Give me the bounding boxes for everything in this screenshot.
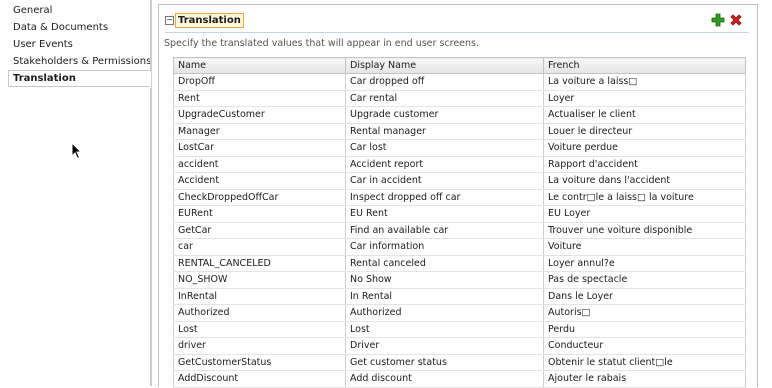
cell-french[interactable]: Trouver une voiture disponible [543, 222, 746, 239]
cell-display-name[interactable]: Find an available car [345, 222, 544, 239]
add-translation-button[interactable] [711, 13, 725, 27]
cell-display-name[interactable]: Car information [345, 238, 544, 256]
cell-name[interactable]: GetCustomerStatus [173, 354, 346, 371]
table-row[interactable]: RENTAL_CANCELED Rental canceled Loyer annu… [173, 255, 746, 272]
translation-table: Name Display Name French DropOff Car drop… [173, 57, 746, 388]
cell-name[interactable]: car [173, 238, 346, 256]
cell-name[interactable]: UpgradeCustomer [173, 106, 346, 124]
cell-display-name[interactable]: Inspect dropped off car [345, 189, 544, 206]
sidebar-item-stakeholders-permissions[interactable]: Stakeholders & Permissions [0, 53, 151, 70]
header-divider [165, 32, 749, 33]
table-row[interactable]: car Car information Voiture [173, 238, 746, 256]
cell-french[interactable]: Loyer [543, 90, 746, 107]
cell-display-name[interactable]: Upgrade customer [345, 106, 544, 124]
cell-french[interactable]: Autoris□ [543, 304, 746, 322]
table-row[interactable]: LostCar Car lost Voiture perdue [173, 139, 746, 157]
section-title: Translation [175, 13, 244, 28]
cell-french[interactable]: La voiture dans l'accident [543, 172, 746, 190]
cell-display-name[interactable]: Car in accident [345, 172, 544, 190]
sidebar-item-data-documents[interactable]: Data & Documents [0, 19, 151, 36]
table-row[interactable]: accident Accident report Rapport d'acciden… [173, 156, 746, 173]
cell-display-name[interactable]: In Rental [345, 288, 544, 305]
cell-name[interactable]: DropOff [173, 73, 346, 91]
cell-french[interactable]: EU Loyer [543, 205, 746, 223]
cell-display-name[interactable]: Driver [345, 337, 544, 355]
cell-name[interactable]: CheckDroppedOffCar [173, 189, 346, 206]
table-row[interactable]: GetCustomerStatus Get customer status Obte… [173, 354, 746, 371]
cell-display-name[interactable]: Lost [345, 321, 544, 338]
cell-french[interactable]: La voiture a laiss□ [543, 73, 746, 91]
cell-name[interactable]: Manager [173, 123, 346, 140]
cell-display-name[interactable]: Car lost [345, 139, 544, 157]
table-row[interactable]: AddDiscount Add discount Ajouter le rabais [173, 370, 746, 388]
cell-name[interactable]: Lost [173, 321, 346, 338]
cell-french[interactable]: Conducteur [543, 337, 746, 355]
cell-display-name[interactable]: Rental manager [345, 123, 544, 140]
cell-french[interactable]: Ajouter le rabais [543, 370, 746, 388]
table-row[interactable]: driver Driver Conducteur [173, 337, 746, 355]
column-header-french[interactable]: French [543, 57, 746, 74]
table-row[interactable]: NO_SHOW No Show Pas de spectacle [173, 271, 746, 289]
cell-french[interactable]: Voiture perdue [543, 139, 746, 157]
cell-display-name[interactable]: Car rental [345, 90, 544, 107]
table-row[interactable]: GetCar Find an available car Trouver une v… [173, 222, 746, 239]
cell-name[interactable]: GetCar [173, 222, 346, 239]
cell-french[interactable]: Dans le Loyer [543, 288, 746, 305]
delete-translation-button[interactable] [729, 13, 743, 27]
x-icon [730, 14, 742, 26]
cell-french[interactable]: Perdu [543, 321, 746, 338]
cell-french[interactable]: Rapport d'accident [543, 156, 746, 173]
cell-name[interactable]: InRental [173, 288, 346, 305]
cell-french[interactable]: Louer le directeur [543, 123, 746, 140]
column-header-name[interactable]: Name [173, 57, 346, 74]
cell-name[interactable]: EURent [173, 205, 346, 223]
cell-name[interactable]: Accident [173, 172, 346, 190]
table-row[interactable]: Manager Rental manager Louer le directeur [173, 123, 746, 140]
table-row[interactable]: Authorized Authorized Autoris□ [173, 304, 746, 322]
cell-name[interactable]: LostCar [173, 139, 346, 157]
cell-display-name[interactable]: Get customer status [345, 354, 544, 371]
cell-display-name[interactable]: Add discount [345, 370, 544, 388]
mouse-cursor-icon [71, 142, 83, 160]
cell-name[interactable]: AddDiscount [173, 370, 346, 388]
settings-sidebar: General Data & Documents User Events Stakeh… [0, 0, 151, 386]
cell-display-name[interactable]: Accident report [345, 156, 544, 173]
cell-display-name[interactable]: EU Rent [345, 205, 544, 223]
collapse-toggle-icon[interactable]: − [165, 16, 174, 25]
cell-display-name[interactable]: Rental canceled [345, 255, 544, 272]
cell-name[interactable]: accident [173, 156, 346, 173]
table-header-row: Name Display Name French [173, 57, 746, 74]
translation-panel: − Translation Specify the translated val… [158, 4, 758, 388]
cell-name[interactable]: driver [173, 337, 346, 355]
table-row[interactable]: CheckDroppedOffCar Inspect dropped off ca… [173, 189, 746, 206]
table-row[interactable]: DropOff Car dropped off La voiture a laiss… [173, 73, 746, 91]
section-description: Specify the translated values that will … [164, 38, 479, 49]
cell-name[interactable]: Rent [173, 90, 346, 107]
table-row[interactable]: Lost Lost Perdu [173, 321, 746, 338]
cell-display-name[interactable]: No Show [345, 271, 544, 289]
plus-icon [711, 13, 725, 27]
table-row[interactable]: InRental In Rental Dans le Loyer [173, 288, 746, 305]
cell-french[interactable]: Pas de spectacle [543, 271, 746, 289]
table-row[interactable]: EURent EU Rent EU Loyer [173, 205, 746, 223]
cell-name[interactable]: NO_SHOW [173, 271, 346, 289]
cell-name[interactable]: RENTAL_CANCELED [173, 255, 346, 272]
cell-display-name[interactable]: Car dropped off [345, 73, 544, 91]
cell-french[interactable]: Actualiser le client [543, 106, 746, 124]
sidebar-item-user-events[interactable]: User Events [0, 36, 151, 53]
table-row[interactable]: Accident Car in accident La voiture dans l… [173, 172, 746, 190]
sidebar-item-translation[interactable]: Translation [8, 70, 151, 87]
cell-french[interactable]: Le contr□le a laiss□ la voiture [543, 189, 746, 206]
cell-french[interactable]: Obtenir le statut client□le [543, 354, 746, 371]
column-header-display-name[interactable]: Display Name [345, 57, 544, 74]
sidebar-item-general[interactable]: General [0, 2, 151, 19]
table-row[interactable]: UpgradeCustomer Upgrade customer Actualise… [173, 106, 746, 124]
cell-french[interactable]: Loyer annul?e [543, 255, 746, 272]
cell-display-name[interactable]: Authorized [345, 304, 544, 322]
cell-name[interactable]: Authorized [173, 304, 346, 322]
cell-french[interactable]: Voiture [543, 238, 746, 256]
table-row[interactable]: Rent Car rental Loyer [173, 90, 746, 107]
